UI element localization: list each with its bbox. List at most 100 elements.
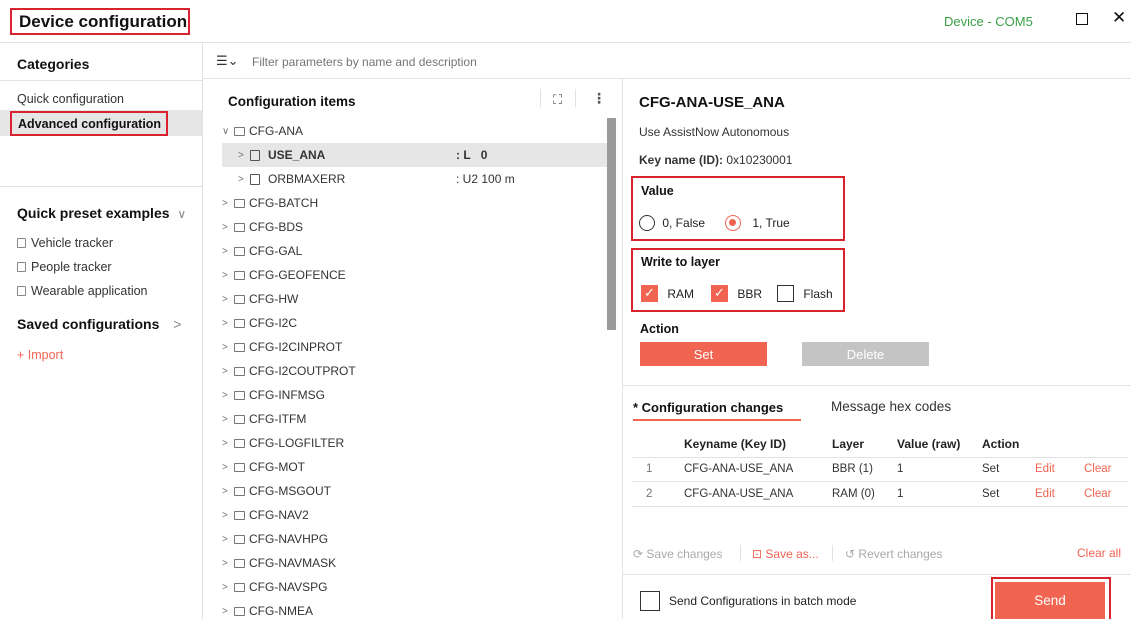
categories-title: Categories (17, 56, 90, 72)
presets-title[interactable]: Quick preset examples ∨ (17, 205, 186, 221)
row-clear-link[interactable]: Clear (1084, 488, 1111, 500)
tree-scrollbar[interactable] (607, 118, 616, 330)
tree-group-cfg-bds[interactable]: > CFG-BDS (222, 215, 607, 239)
column-header-value: Value (raw) (897, 437, 961, 451)
row-action: Set (982, 488, 1000, 500)
tree-group-cfg-hw[interactable]: > CFG-HW (222, 287, 607, 311)
row-edit-link[interactable]: Edit (1035, 463, 1055, 475)
tree-group-cfg-geofence[interactable]: > CFG-GEOFENCE (222, 263, 607, 287)
clear-all-link[interactable]: Clear all (1077, 546, 1121, 560)
tree-group-cfg-batch[interactable]: > CFG-BATCH (222, 191, 607, 215)
folder-icon (234, 558, 245, 568)
tree-group-label: CFG-NAVHPG (249, 532, 329, 546)
toolbar-divider (740, 545, 741, 561)
footer-divider (622, 574, 1131, 575)
folder-icon (234, 438, 245, 448)
tree-group-cfg-ana[interactable]: ∨ CFG-ANA (222, 119, 607, 143)
row-layer: RAM (0) (832, 488, 875, 500)
presets-divider (0, 186, 202, 187)
folder-icon (234, 414, 245, 424)
layer-label: Flash (803, 286, 833, 301)
tree-toolbar-divider (540, 89, 541, 107)
maximize-icon[interactable] (1076, 13, 1088, 25)
chevron-right-icon: > (222, 317, 228, 329)
table-header-divider (632, 457, 1128, 458)
import-link[interactable]: + Import (17, 348, 63, 362)
more-vertical-icon[interactable]: ⋮ (592, 90, 606, 107)
layer-ram[interactable]: RAM (641, 285, 694, 302)
revert-changes-button[interactable]: ↺ Revert changes (845, 547, 942, 561)
folder-icon (234, 510, 245, 520)
chevron-right-icon: > (222, 341, 228, 353)
checkbox-checked-icon (711, 285, 728, 302)
tree-group-cfg-nav2[interactable]: > CFG-NAV2 (222, 503, 607, 527)
sidebar-item-advanced-configuration[interactable]: Advanced configuration (10, 111, 168, 136)
tree-group-label: CFG-NAVMASK (249, 556, 337, 570)
tree-group-cfg-navhpg[interactable]: > CFG-NAVHPG (222, 527, 607, 551)
tree-group-label: CFG-ITFM (249, 412, 307, 426)
sidebar-item-quick-configuration[interactable]: Quick configuration (17, 92, 124, 106)
save-changes-button[interactable]: ⟳ Save changes (633, 547, 722, 561)
close-icon[interactable]: ✕ (1112, 8, 1126, 28)
save-as-button[interactable]: ⊡ Save as... (752, 547, 819, 561)
layer-flash[interactable]: Flash (777, 285, 833, 302)
tree-group-cfg-itfm[interactable]: > CFG-ITFM (222, 407, 607, 431)
folder-icon (234, 534, 245, 544)
value-option-false[interactable]: 0, False (639, 215, 705, 231)
tree-group-cfg-infmsg[interactable]: > CFG-INFMSG (222, 383, 607, 407)
row-clear-link[interactable]: Clear (1084, 463, 1111, 475)
preset-label: Wearable application (31, 284, 148, 298)
send-button[interactable]: Send (995, 582, 1105, 619)
chevron-down-icon: ∨ (177, 207, 187, 221)
tree-group-label: CFG-NMEA (249, 604, 313, 618)
saved-configurations-title[interactable]: Saved configurations > (17, 316, 181, 332)
preset-wearable-application[interactable]: Wearable application (17, 284, 148, 298)
folder-icon (234, 342, 245, 352)
tree-group-cfg-i2cinprot[interactable]: > CFG-I2CINPROT (222, 335, 607, 359)
row-number: 2 (646, 488, 653, 500)
file-icon (17, 262, 26, 272)
tree-item-value: 0 (480, 148, 488, 162)
chevron-right-icon: > (222, 509, 228, 521)
tree-group-cfg-gal[interactable]: > CFG-GAL (222, 239, 607, 263)
tree-group-cfg-i2c[interactable]: > CFG-I2C (222, 311, 607, 335)
chevron-right-icon: > (222, 269, 228, 281)
file-icon (17, 238, 26, 248)
focus-icon[interactable]: ⛶ (553, 92, 562, 108)
tree-item-name: ORBMAXERR (268, 172, 346, 186)
app-title: Device configuration (10, 8, 190, 35)
tree-group-cfg-mot[interactable]: > CFG-MOT (222, 455, 607, 479)
tree-group-cfg-navmask[interactable]: > CFG-NAVMASK (222, 551, 607, 575)
batch-mode-checkbox[interactable] (640, 591, 660, 611)
save-changes-label: Save changes (646, 547, 723, 561)
preset-vehicle-tracker[interactable]: Vehicle tracker (17, 236, 113, 250)
action-label: Action (640, 322, 679, 336)
tree-group-cfg-logfilter[interactable]: > CFG-LOGFILTER (222, 431, 607, 455)
key-name-label: Key name (ID): (639, 153, 724, 167)
sync-icon: ⟳ (633, 547, 644, 561)
layer-label: BBR (737, 286, 763, 301)
filter-input[interactable] (252, 55, 602, 69)
tree-group-label: CFG-MSGOUT (249, 484, 331, 498)
tree-group-cfg-nmea[interactable]: > CFG-NMEA (222, 599, 607, 619)
row-edit-link[interactable]: Edit (1035, 488, 1055, 500)
folder-icon (234, 126, 245, 136)
tab-configuration-changes[interactable]: * Configuration changes (633, 400, 783, 415)
tree-item-type-label: : U2 (456, 172, 479, 186)
tab-message-hex-codes[interactable]: Message hex codes (831, 399, 951, 414)
tree-group-cfg-i2coutprot[interactable]: > CFG-I2COUTPROT (222, 359, 607, 383)
set-button[interactable]: Set (640, 342, 767, 366)
value-option-true[interactable]: 1, True (725, 215, 790, 231)
tree-group-cfg-msgout[interactable]: > CFG-MSGOUT (222, 479, 607, 503)
tree-item-use-ana[interactable]: > USE_ANA : L 0 (222, 143, 607, 167)
value-option-label: 0, False (662, 216, 706, 230)
layer-bbr[interactable]: BBR (711, 285, 762, 302)
tree-item-orbmaxerr[interactable]: > ORBMAXERR : U2 100 m (222, 167, 607, 191)
presets-title-label: Quick preset examples (17, 205, 170, 221)
tree-group-label: CFG-GEOFENCE (249, 268, 346, 282)
delete-button[interactable]: Delete (802, 342, 929, 366)
filter-menu-icon[interactable]: ☰⌄ (216, 53, 239, 69)
tree-group-cfg-navspg[interactable]: > CFG-NAVSPG (222, 575, 607, 599)
preset-people-tracker[interactable]: People tracker (17, 260, 112, 274)
chevron-right-icon: > (238, 149, 244, 161)
